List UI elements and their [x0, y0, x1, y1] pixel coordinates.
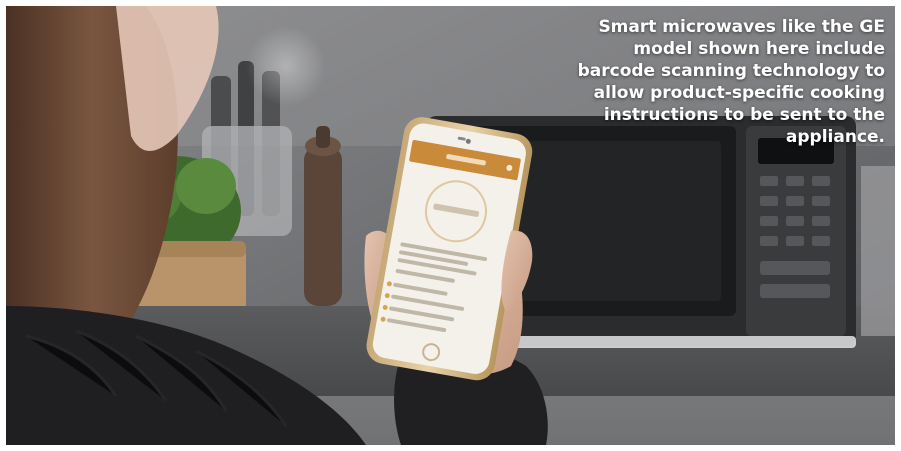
image-frame: Smart microwaves like the GE model shown… [0, 0, 901, 451]
pepper-mill-icon [304, 126, 342, 306]
photo-caption: Smart microwaves like the GE model shown… [577, 17, 885, 147]
